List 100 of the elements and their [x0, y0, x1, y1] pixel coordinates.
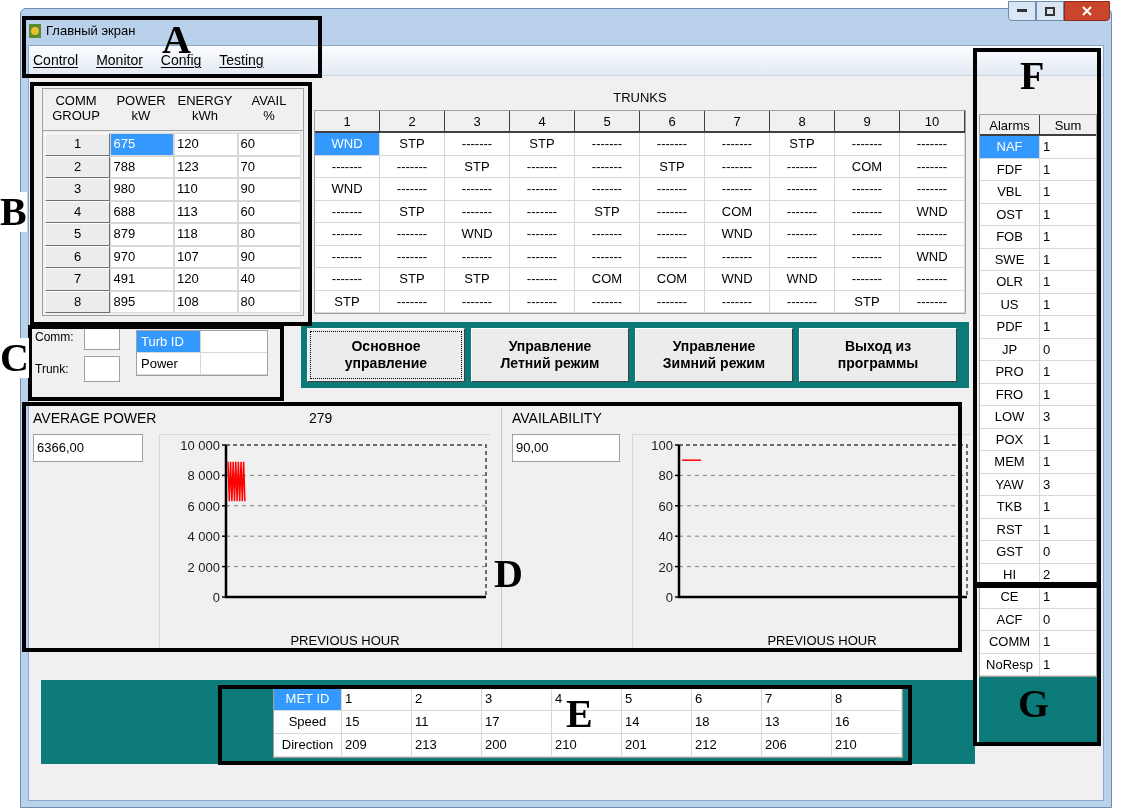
table-cell: STP [510, 133, 575, 156]
close-button[interactable] [1064, 1, 1110, 21]
table-cell: ------- [380, 290, 445, 313]
table-cell: ------- [705, 290, 770, 313]
table-cell: HI [980, 563, 1040, 586]
table-cell: STP [380, 200, 445, 223]
row-header-button[interactable]: 5 [45, 223, 111, 246]
row-header-button[interactable]: 4 [45, 200, 111, 223]
table-cell: 40 [237, 268, 301, 291]
table-cell: ------- [315, 200, 380, 223]
table-cell: WND [315, 133, 380, 156]
table-cell: ------- [575, 155, 640, 178]
table-cell: ------- [510, 223, 575, 246]
table-cell: ------- [835, 268, 900, 291]
table-cell: PRO [980, 361, 1040, 384]
table-cell: ------- [445, 245, 510, 268]
table-cell: 206 [762, 733, 832, 757]
column-header: 6 [640, 111, 705, 131]
table-cell: ------- [380, 155, 445, 178]
table-cell: ------- [835, 200, 900, 223]
row-header-button[interactable]: 6 [45, 245, 111, 268]
table-cell: 1 [1040, 316, 1096, 339]
table-cell: ------- [445, 290, 510, 313]
table-cell: ------- [705, 155, 770, 178]
table-cell: ------- [575, 178, 640, 201]
row-header-button[interactable]: 3 [45, 178, 111, 201]
table-cell: 1 [1040, 451, 1096, 474]
field-label: Comm: [35, 329, 75, 346]
table-cell: FOB [980, 226, 1040, 249]
axis-title: PREVIOUS HOUR [767, 632, 877, 650]
table-cell: 90 [237, 178, 301, 201]
value-field[interactable]: 90,00 [512, 434, 620, 462]
column-header: 9 [835, 111, 900, 131]
table-cell: 14 [622, 710, 692, 734]
table-cell: 1 [1040, 293, 1096, 316]
table-cell: POX [980, 428, 1040, 451]
table-cell: ------- [640, 178, 705, 201]
input-field[interactable] [84, 356, 120, 382]
table-cell: 120 [174, 133, 238, 156]
axis-tick-label: 4 000 [187, 529, 220, 545]
menu-item[interactable]: Monitor [96, 50, 143, 71]
table-cell: ------- [770, 155, 835, 178]
table-cell: FRO [980, 383, 1040, 406]
table-cell: STP [380, 133, 445, 156]
table-cell: ------- [315, 245, 380, 268]
table-cell: STP [315, 290, 380, 313]
table-cell: 80 [237, 223, 301, 246]
table-cell: 7 [762, 687, 832, 711]
table-cell: 5 [622, 687, 692, 711]
column-header: Sum [1053, 117, 1083, 134]
table-cell: 1 [1040, 496, 1096, 519]
table-cell: US [980, 293, 1040, 316]
command-button[interactable]: Выход из программы [799, 328, 957, 382]
column-header: Alarms [980, 115, 1040, 134]
maximize-button[interactable] [1036, 1, 1064, 21]
axis-tick-label: 0 [665, 590, 673, 605]
table-cell: 16 [832, 710, 902, 734]
table-cell: ------- [835, 245, 900, 268]
table-cell: ------- [380, 223, 445, 246]
table-cell: 118 [174, 223, 238, 246]
command-button[interactable]: Основное управление [307, 328, 465, 382]
table-cell: 788 [110, 155, 174, 178]
table-cell: ------- [640, 290, 705, 313]
table-cell: STP [445, 155, 510, 178]
table-cell: 201 [622, 733, 692, 757]
row-header-button[interactable]: 8 [45, 290, 111, 313]
column-header: 5 [575, 111, 640, 131]
axis-tick-label: 6 000 [187, 498, 220, 514]
axis-tick-label: 8 000 [187, 468, 220, 484]
menu-item[interactable]: Testing [219, 50, 264, 71]
table-cell: STP [640, 155, 705, 178]
table-cell: 0 [1040, 541, 1096, 564]
table-cell: 879 [110, 223, 174, 246]
app-icon [28, 22, 42, 39]
column-header: AVAIL % [250, 92, 288, 125]
table-cell: STP [445, 268, 510, 291]
table-cell: 1 [342, 687, 412, 711]
command-button[interactable]: Управление Летний режим [471, 328, 629, 382]
table-cell: ------- [640, 223, 705, 246]
row-header-button[interactable]: 2 [45, 155, 111, 178]
table-cell: 110 [174, 178, 238, 201]
axis-tick-label: 10 000 [180, 438, 220, 453]
table-cell: VBL [980, 181, 1040, 204]
trunks-title: TRUNKS [612, 89, 668, 107]
table-cell: 1 [1040, 383, 1096, 406]
table-cell: CE [980, 586, 1040, 609]
row-header-button[interactable]: 7 [45, 268, 111, 291]
maximize-icon [1045, 6, 1055, 16]
table-cell: ------- [770, 290, 835, 313]
table-cell: ------- [640, 245, 705, 268]
table-cell: ------- [575, 245, 640, 268]
column-header: ENERGY kWh [176, 92, 234, 125]
menu-item[interactable]: Control [33, 50, 79, 71]
minimize-button[interactable] [1008, 1, 1036, 21]
value-field[interactable]: 6366,00 [33, 434, 143, 462]
axis-tick-label: 2 000 [187, 559, 220, 575]
table-cell: WND [900, 245, 965, 268]
table-cell: ------- [315, 155, 380, 178]
command-button[interactable]: Управление Зимний режим [635, 328, 793, 382]
row-header-button[interactable]: 1 [45, 133, 111, 156]
